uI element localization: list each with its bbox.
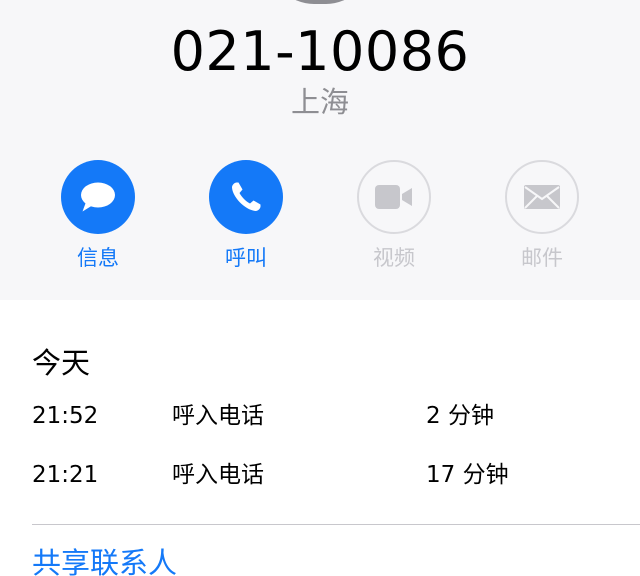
share-contact-link[interactable]: 共享联系人 [32, 544, 177, 576]
call-action-circle[interactable] [209, 160, 283, 234]
call-action-label: 呼叫 [225, 246, 267, 270]
call-history-row: 21:21 呼入电话 17 分钟 [0, 457, 640, 493]
call-time: 21:21 [32, 462, 99, 488]
video-action-button[interactable]: 视频 [339, 160, 449, 272]
contact-card-screen: 021-10086 上海 信息 呼叫 视频 邮件 今天 21:52 呼入电话 2… [0, 0, 640, 576]
message-action-label: 信息 [77, 246, 119, 270]
message-action-button[interactable]: 信息 [43, 160, 153, 272]
recents-section-title: 今天 [32, 346, 91, 380]
mail-action-label: 邮件 [521, 246, 563, 270]
mail-action-button[interactable]: 邮件 [487, 160, 597, 272]
call-type: 呼入电话 [172, 462, 264, 488]
message-action-circle[interactable] [61, 160, 135, 234]
call-history-row: 21:52 呼入电话 2 分钟 [0, 398, 640, 434]
call-action-button[interactable]: 呼叫 [191, 160, 301, 272]
contact-header: 021-10086 上海 信息 呼叫 视频 邮件 [0, 0, 640, 300]
phone-icon [232, 182, 261, 211]
phone-location: 上海 [290, 85, 349, 119]
section-divider [32, 524, 640, 525]
video-action-circle[interactable] [357, 160, 431, 234]
mail-action-circle[interactable] [505, 160, 579, 234]
video-action-label: 视频 [373, 246, 415, 270]
message-icon [81, 182, 115, 212]
call-time: 21:52 [32, 403, 99, 429]
call-type: 呼入电话 [172, 403, 264, 429]
contact-avatar [270, 0, 370, 4]
video-camera-icon [375, 185, 412, 209]
call-duration: 2 分钟 [426, 403, 494, 429]
mail-icon [524, 185, 560, 209]
call-duration: 17 分钟 [426, 462, 509, 488]
phone-number[interactable]: 021-10086 [0, 20, 640, 84]
